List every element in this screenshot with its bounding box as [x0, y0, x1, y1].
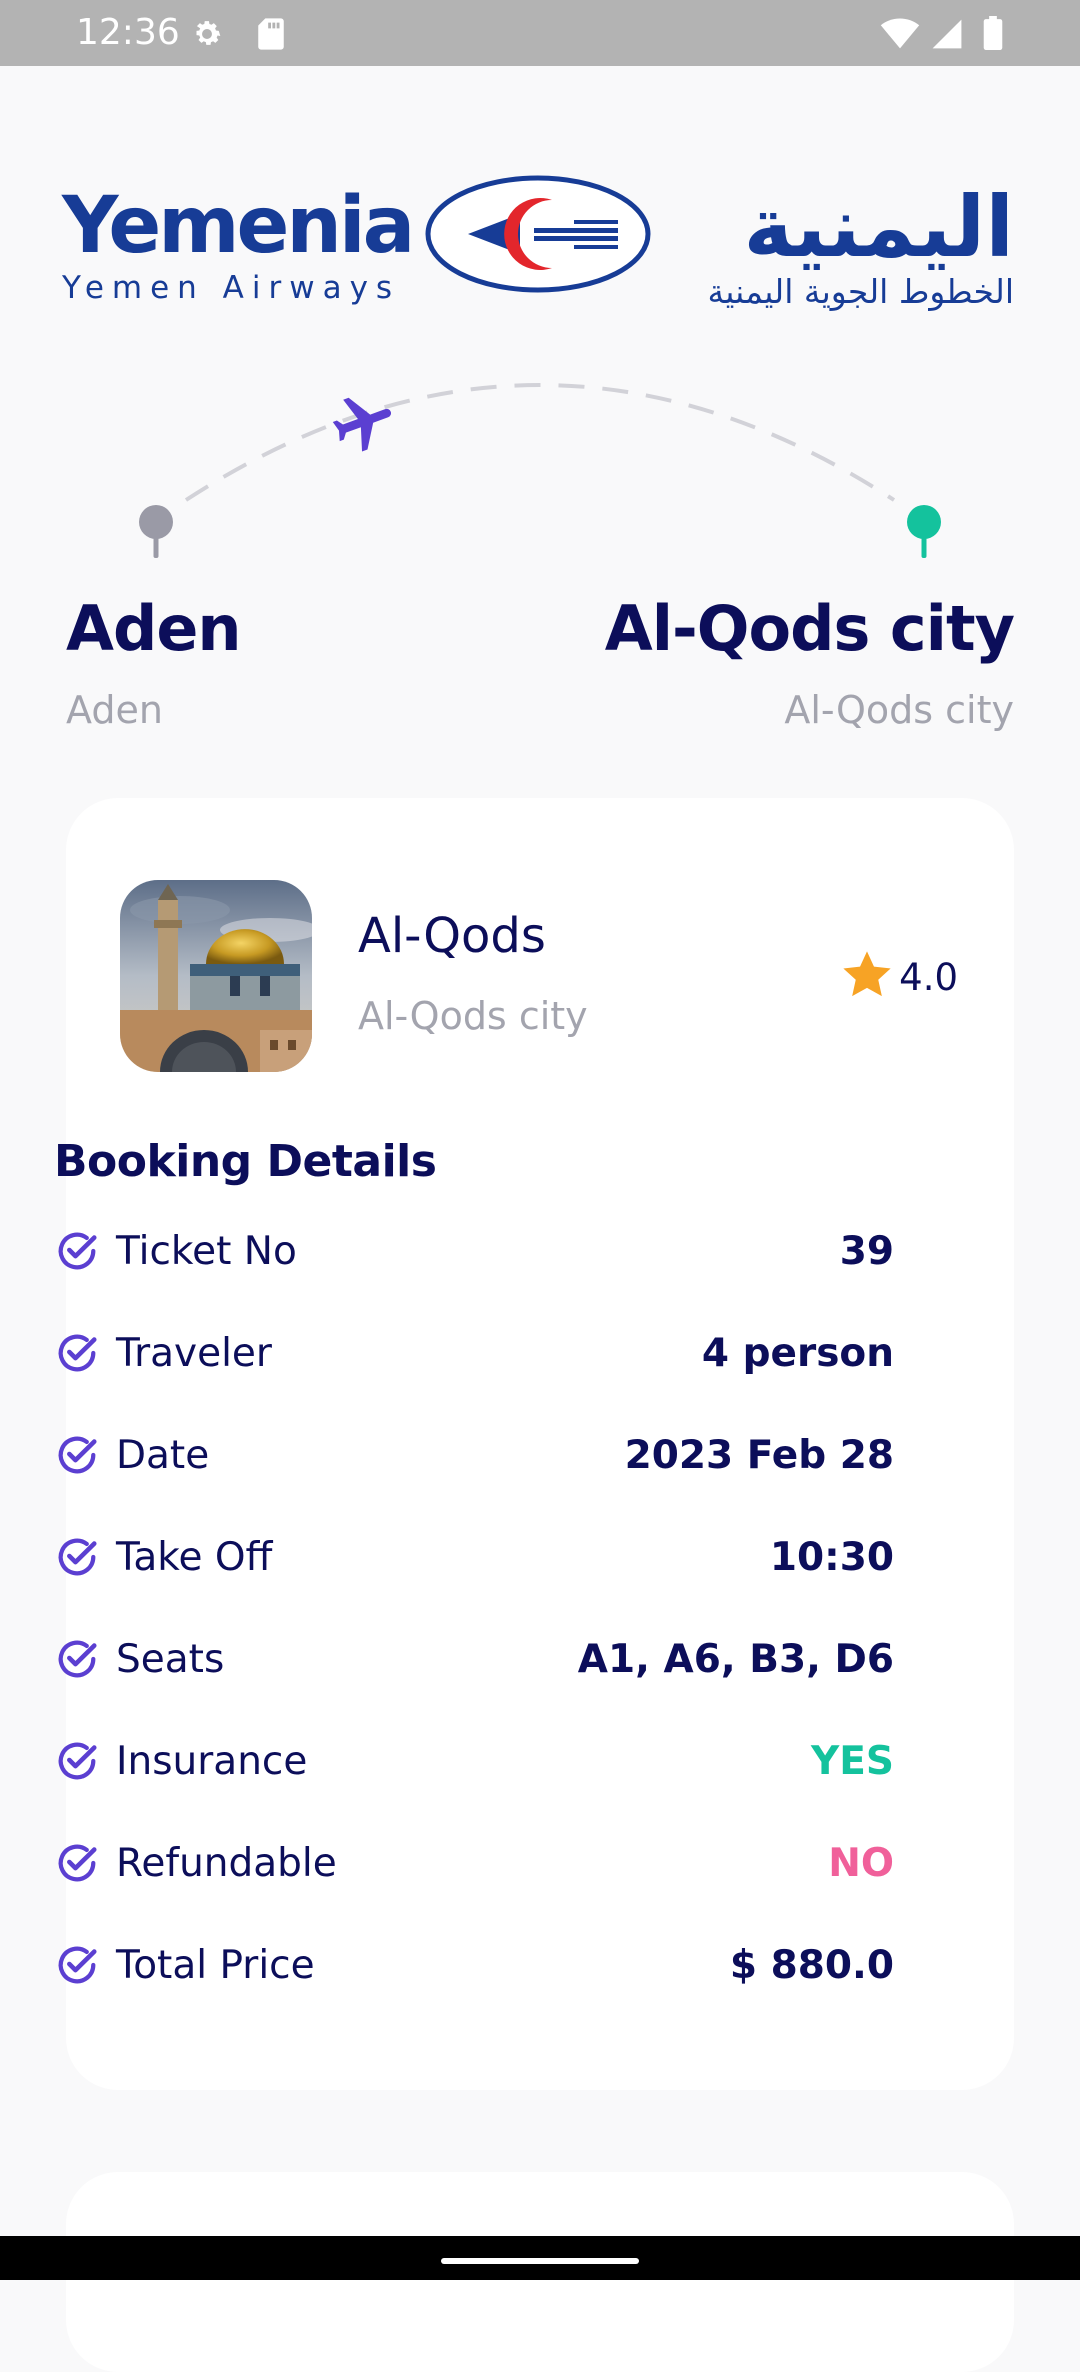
destination-image[interactable] — [120, 880, 312, 1072]
booking-row-label: Refundable — [116, 1840, 337, 1886]
booking-row-label: Take Off — [116, 1534, 273, 1580]
home-gesture-handle[interactable] — [441, 2258, 639, 2264]
booking-row-label: Total Price — [116, 1942, 315, 1988]
status-bar: 12:36 — [0, 0, 1080, 66]
airplane-icon — [332, 397, 392, 452]
cell-signal-icon — [930, 18, 964, 54]
booking-row-value: 4 person — [701, 1330, 894, 1376]
booking-row-value: 10:30 — [769, 1534, 894, 1580]
booking-row-label: Date — [116, 1432, 210, 1478]
booking-details-title: Booking Details — [54, 1136, 437, 1187]
booking-row-traveler: Traveler 4 person — [54, 1302, 894, 1404]
rating-value: 4.0 — [899, 955, 958, 999]
origin-subtitle: Aden — [66, 688, 163, 732]
check-badge-icon — [58, 1538, 97, 1576]
check-badge-icon — [58, 1334, 97, 1372]
refundable-status-value: NO — [828, 1840, 894, 1886]
settings-gear-icon — [190, 17, 224, 55]
destination-card-city: Al-Qods city — [358, 994, 588, 1038]
booking-row-label: Ticket No — [116, 1228, 297, 1274]
flight-route-arc — [139, 383, 941, 558]
booking-row-label: Seats — [116, 1636, 225, 1682]
battery-icon — [982, 16, 1004, 54]
destination-rating: 4.0 — [839, 948, 958, 1006]
navigation-bar — [0, 2236, 1080, 2280]
check-badge-icon — [58, 1742, 97, 1780]
airline-emblem-icon — [424, 174, 652, 298]
check-badge-icon — [58, 1844, 97, 1882]
booking-row-seats: Seats A1, A6, B3, D6 — [54, 1608, 894, 1710]
airline-logo-title: Yemenia — [62, 181, 415, 271]
airline-logo-arabic-subtitle: الخطوط الجوية اليمنية — [707, 272, 1014, 311]
booking-row-label: Insurance — [116, 1738, 308, 1784]
booking-row-date: Date 2023 Feb 28 — [54, 1404, 894, 1506]
insurance-status-value: YES — [811, 1738, 894, 1784]
airline-logo-arabic: اليمنية الخطوط الجوية اليمنية — [708, 182, 1014, 311]
booking-row-take-off: Take Off 10:30 — [54, 1506, 894, 1608]
booking-row-value: 2023 Feb 28 — [624, 1432, 894, 1478]
booking-row-value: 39 — [839, 1228, 894, 1274]
airline-logo-english: Yemenia Yemen Airways — [62, 181, 415, 306]
destination-pin-icon — [907, 505, 941, 558]
booking-row-value: A1, A6, B3, D6 — [577, 1636, 894, 1682]
check-badge-icon — [58, 1640, 97, 1678]
destination-name: Al-Qods — [358, 908, 546, 964]
status-time: 12:36 — [76, 12, 180, 53]
destination-subtitle: Al-Qods city — [784, 688, 1014, 732]
check-badge-icon — [58, 1946, 97, 1984]
check-badge-icon — [58, 1232, 97, 1270]
airline-logo-subtitle: Yemen Airways — [62, 270, 401, 306]
star-icon — [839, 948, 895, 1006]
origin-city: Aden — [66, 592, 242, 665]
booking-row-insurance: Insurance YES — [54, 1710, 894, 1812]
booking-row-label: Traveler — [116, 1330, 272, 1376]
sd-card-icon — [256, 17, 286, 55]
origin-pin-icon — [139, 505, 173, 558]
airline-logo-arabic-title: اليمنية — [743, 178, 1014, 276]
booking-row-refundable: Refundable NO — [54, 1812, 894, 1914]
booking-row-total-price: Total Price $ 880.0 — [54, 1914, 894, 2016]
booking-row-value: $ 880.0 — [729, 1942, 894, 1988]
wifi-icon — [880, 18, 920, 54]
booking-details-list: Ticket No 39 Traveler 4 person Date 2023… — [54, 1200, 894, 2016]
check-badge-icon — [58, 1436, 97, 1474]
destination-city: Al-Qods city — [604, 592, 1015, 665]
booking-row-ticket-no: Ticket No 39 — [54, 1200, 894, 1302]
